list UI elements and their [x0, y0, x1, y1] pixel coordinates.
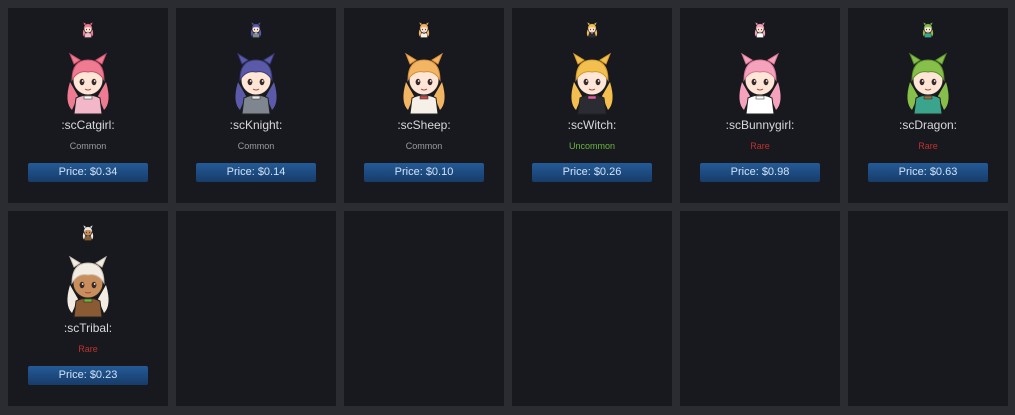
- empty-slot: [680, 211, 840, 406]
- empty-slot: [512, 211, 672, 406]
- price-button[interactable]: Price: $0.14: [196, 163, 316, 182]
- price-button[interactable]: Price: $0.34: [28, 163, 148, 182]
- emoticon-card[interactable]: :scKnight: Common Price: $0.14: [176, 8, 336, 203]
- emoticon-card[interactable]: :scCatgirl: Common Price: $0.34: [8, 8, 168, 203]
- emoticon-name: :scWitch:: [567, 118, 617, 132]
- price-button[interactable]: Price: $0.98: [700, 163, 820, 182]
- price-button[interactable]: Price: $0.63: [868, 163, 988, 182]
- emoticon-large-icon: [898, 52, 958, 116]
- emoticon-card[interactable]: :scBunnygirl: Rare Price: $0.98: [680, 8, 840, 203]
- rarity-label: Common: [237, 141, 275, 151]
- rarity-label: Rare: [918, 141, 938, 151]
- emoticon-name: :scKnight:: [229, 118, 283, 132]
- rarity-label: Rare: [78, 344, 98, 354]
- emoticon-large-icon: [226, 52, 286, 116]
- emoticon-name: :scDragon:: [898, 118, 958, 132]
- emoticon-small-icon: [80, 225, 96, 241]
- emoticon-card[interactable]: :scDragon: Rare Price: $0.63: [848, 8, 1008, 203]
- emoticon-small-icon: [920, 22, 936, 38]
- emoticon-large-icon: [562, 52, 622, 116]
- emoticon-card[interactable]: :scTribal: Rare Price: $0.23: [8, 211, 168, 406]
- rarity-label: Rare: [750, 141, 770, 151]
- item-grid: :scCatgirl: Common Price: $0.34 :scKnight:…: [8, 8, 1008, 406]
- emoticon-name: :scTribal:: [63, 321, 113, 335]
- emoticon-large-icon: [730, 52, 790, 116]
- price-button[interactable]: Price: $0.26: [532, 163, 652, 182]
- emoticon-name: :scSheep:: [397, 118, 451, 132]
- emoticon-name: :scBunnygirl:: [725, 118, 795, 132]
- price-button[interactable]: Price: $0.10: [364, 163, 484, 182]
- emoticon-large-icon: [58, 52, 118, 116]
- emoticon-large-icon: [58, 255, 118, 319]
- emoticon-small-icon: [584, 22, 600, 38]
- emoticon-name: :scCatgirl:: [61, 118, 115, 132]
- rarity-label: Uncommon: [568, 141, 615, 151]
- empty-slot: [344, 211, 504, 406]
- emoticon-small-icon: [80, 22, 96, 38]
- emoticon-small-icon: [752, 22, 768, 38]
- rarity-label: Common: [69, 141, 107, 151]
- emoticon-small-icon: [248, 22, 264, 38]
- emoticon-card[interactable]: :scWitch: Uncommon Price: $0.26: [512, 8, 672, 203]
- empty-slot: [848, 211, 1008, 406]
- price-button[interactable]: Price: $0.23: [28, 366, 148, 385]
- emoticon-card[interactable]: :scSheep: Common Price: $0.10: [344, 8, 504, 203]
- rarity-label: Common: [405, 141, 443, 151]
- empty-slot: [176, 211, 336, 406]
- emoticon-large-icon: [394, 52, 454, 116]
- emoticon-small-icon: [416, 22, 432, 38]
